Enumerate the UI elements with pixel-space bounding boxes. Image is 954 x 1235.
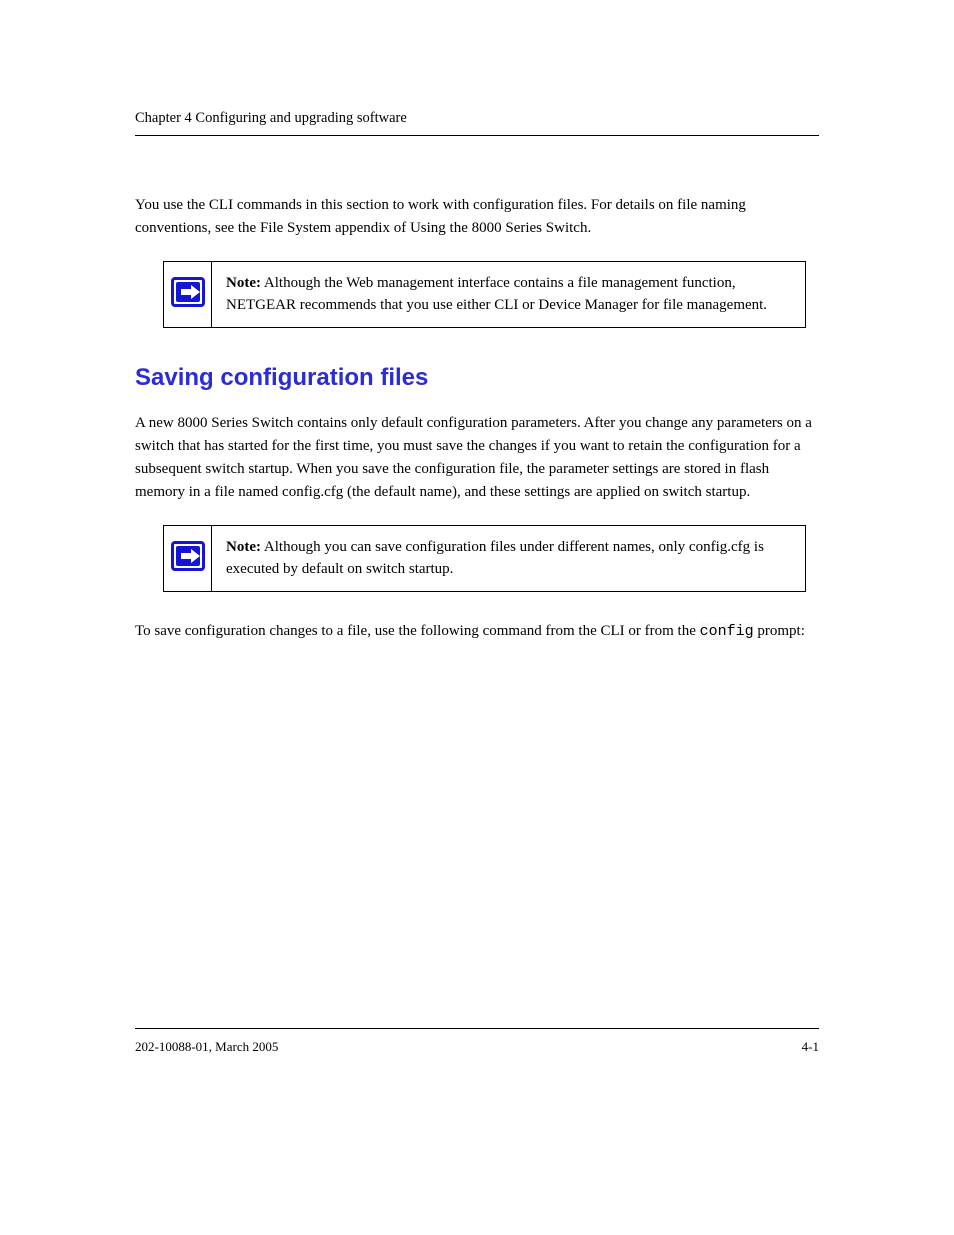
note-icon-cell [164,261,212,327]
page-footer: 202-10088-01, March 2005 4-1 [135,1028,819,1055]
arrow-right-icon [171,277,205,307]
note-label: Note: [226,539,261,555]
p3-part-a: To save configuration changes to a file,… [135,623,700,639]
inline-code: config [700,623,754,640]
note-text: Note: Although you can save configuratio… [212,525,806,591]
note-icon-cell [164,525,212,591]
body-paragraph-2: To save configuration changes to a file,… [135,620,819,643]
note-box-2: Note: Although you can save configuratio… [163,525,806,592]
note-body: Although you can save configuration file… [226,539,764,578]
body-paragraph: A new 8000 Series Switch contains only d… [135,412,819,505]
intro-paragraph: You use the CLI commands in this section… [135,194,819,241]
page: Chapter 4 Configuring and upgrading soft… [0,0,954,1235]
page-number: 4-1 [802,1039,819,1055]
note-body: Although the Web management interface co… [226,275,767,314]
footer-rule [135,1028,819,1029]
note-label: Note: [226,275,261,291]
note-box-1: Note: Although the Web management interf… [163,261,806,328]
note-text: Note: Although the Web management interf… [212,261,806,327]
footer-left: 202-10088-01, March 2005 [135,1039,278,1055]
running-header: Chapter 4 Configuring and upgrading soft… [135,110,819,127]
section-heading: Saving configuration files [135,364,819,392]
p3-part-b: prompt: [754,623,805,639]
header-rule [135,135,819,136]
arrow-right-icon [171,541,205,571]
